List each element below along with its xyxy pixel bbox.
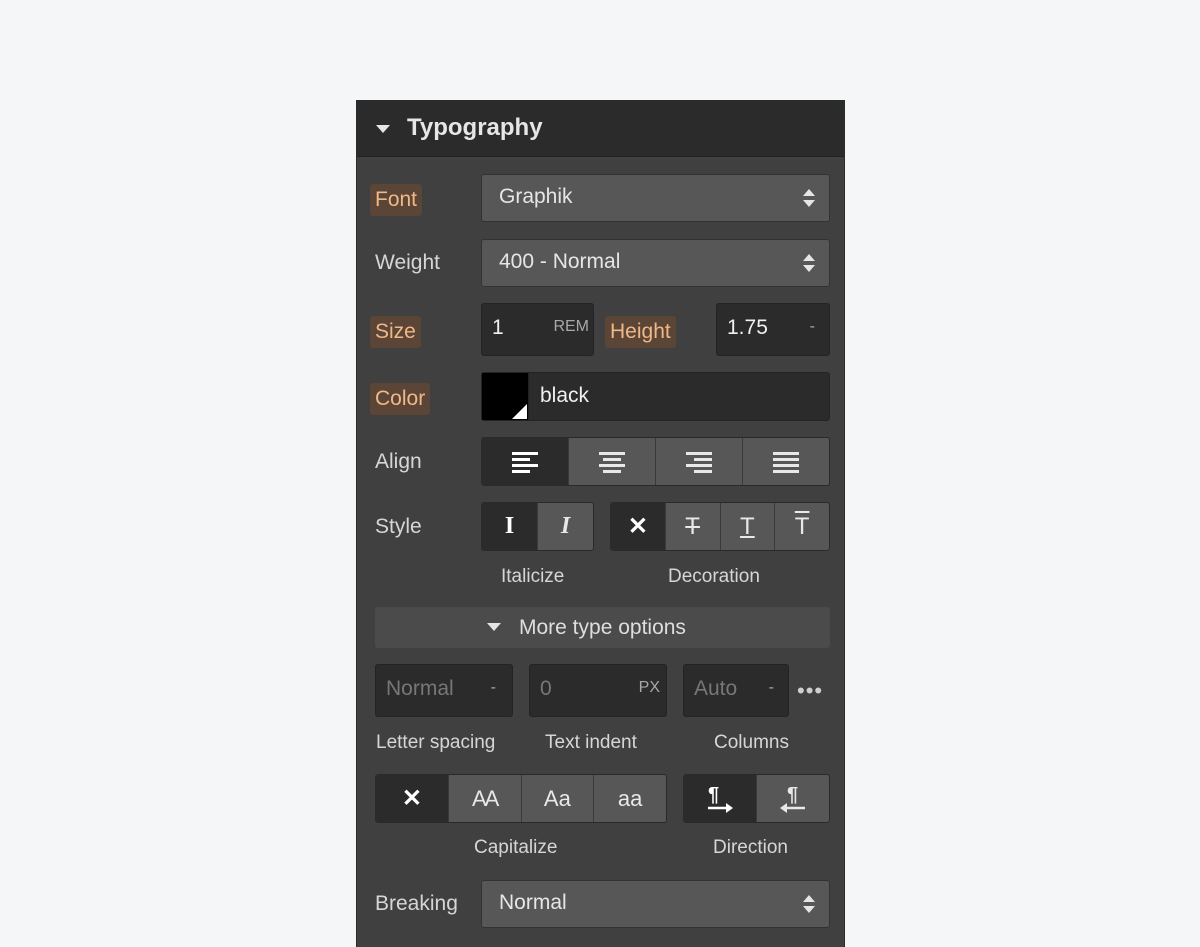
breaking-select[interactable]: Normal [481,880,830,928]
select-arrows-icon [803,895,815,913]
font-select[interactable]: Graphik [481,174,830,222]
lowercase-icon: aa [617,785,643,811]
letter-spacing-unit[interactable]: - [491,679,496,697]
columns-unit[interactable]: - [769,679,774,697]
letter-spacing-input[interactable]: Normal - [375,664,513,717]
swatch-corner-icon [512,404,527,419]
italic-on-icon: I [560,513,571,539]
color-label[interactable]: Color [370,383,431,415]
capitalize-words-button[interactable]: Aa [520,775,594,822]
italicize-control[interactable]: I I [481,502,594,551]
select-arrows-icon [803,254,815,272]
collapse-triangle-icon[interactable] [376,125,390,133]
expand-triangle-icon [487,623,501,631]
direction-control[interactable]: ¶ ¶ [683,774,830,823]
align-center-button[interactable] [568,438,655,485]
italicize-caption: Italicize [501,566,565,587]
capitalize-none-button[interactable]: ✕ [376,775,448,822]
columns-caption: Columns [714,732,789,753]
weight-label: Weight [375,251,440,274]
svg-text:¶: ¶ [708,784,719,806]
color-value: black [540,384,590,407]
align-label: Align [375,450,422,473]
italic-on-button[interactable]: I [537,503,593,550]
more-type-options-toggle[interactable]: More type options [375,607,830,648]
columns-placeholder: Auto [694,677,738,700]
text-indent-placeholder: 0 [540,677,552,700]
capitalize-control[interactable]: ✕ AA Aa aa [375,774,667,823]
capitalize-caption: Capitalize [474,837,558,858]
letter-spacing-caption: Letter spacing [376,732,496,753]
overline-icon: T [794,512,810,540]
size-value: 1 [492,316,504,339]
direction-caption: Direction [713,837,788,858]
italic-off-icon: I [504,513,515,539]
align-justify-button[interactable] [742,438,829,485]
height-unit[interactable]: - [810,318,815,336]
height-label[interactable]: Height [605,316,676,348]
italic-off-button[interactable]: I [482,503,537,550]
panel-header[interactable]: Typography [357,100,844,157]
rtl-icon: ¶ [780,784,805,813]
capitalize-icon: Aa [543,785,571,811]
columns-input[interactable]: Auto - [683,664,789,717]
decoration-control[interactable]: ✕ T T T [610,502,830,551]
lowercase-button[interactable]: aa [593,775,666,822]
weight-value: 400 - Normal [499,250,621,273]
height-value: 1.75 [727,316,768,339]
align-left-icon [512,451,538,473]
svg-text:¶: ¶ [787,784,798,806]
decoration-caption: Decoration [668,566,760,587]
font-value: Graphik [499,185,573,208]
strikethrough-icon: T [685,512,700,540]
style-label: Style [375,515,422,538]
select-arrows-icon [803,189,815,207]
font-label[interactable]: Font [370,184,423,216]
text-indent-unit[interactable]: PX [639,679,660,697]
direction-ltr-button[interactable]: ¶ [684,775,756,822]
size-unit[interactable]: REM [553,318,589,336]
align-left-button[interactable] [482,438,568,485]
height-input[interactable]: 1.75 - [716,303,830,356]
uppercase-button[interactable]: AA [447,775,521,822]
uppercase-icon: AA [471,785,499,811]
panel-title: Typography [407,114,543,141]
align-right-icon [686,451,712,473]
underline-button[interactable]: T [719,503,775,550]
text-indent-input[interactable]: 0 PX [529,664,667,717]
text-indent-caption: Text indent [545,732,637,753]
align-control[interactable] [481,437,830,486]
size-label[interactable]: Size [370,316,421,348]
weight-select[interactable]: 400 - Normal [481,239,830,287]
typography-panel: Typography Font Graphik Weight 400 - Nor… [356,100,845,947]
breaking-value: Normal [499,891,567,914]
align-right-button[interactable] [655,438,742,485]
direction-rtl-button[interactable]: ¶ [756,775,829,822]
color-input[interactable]: black [481,372,830,421]
underline-icon: T [740,512,755,540]
size-input[interactable]: 1 REM [481,303,594,356]
decoration-none-button[interactable]: ✕ [611,503,665,550]
ltr-icon: ¶ [708,784,733,813]
letter-spacing-placeholder: Normal [386,677,454,700]
color-swatch[interactable] [482,373,529,420]
strikethrough-button[interactable]: T [664,503,720,550]
more-dots-icon[interactable]: ••• [797,678,823,704]
none-icon: ✕ [627,513,648,540]
align-center-icon [599,451,625,473]
overline-button[interactable]: T [774,503,829,550]
breaking-label: Breaking [375,892,458,915]
more-type-options-label: More type options [519,616,686,639]
align-justify-icon [773,451,799,473]
none-icon: ✕ [401,785,422,812]
